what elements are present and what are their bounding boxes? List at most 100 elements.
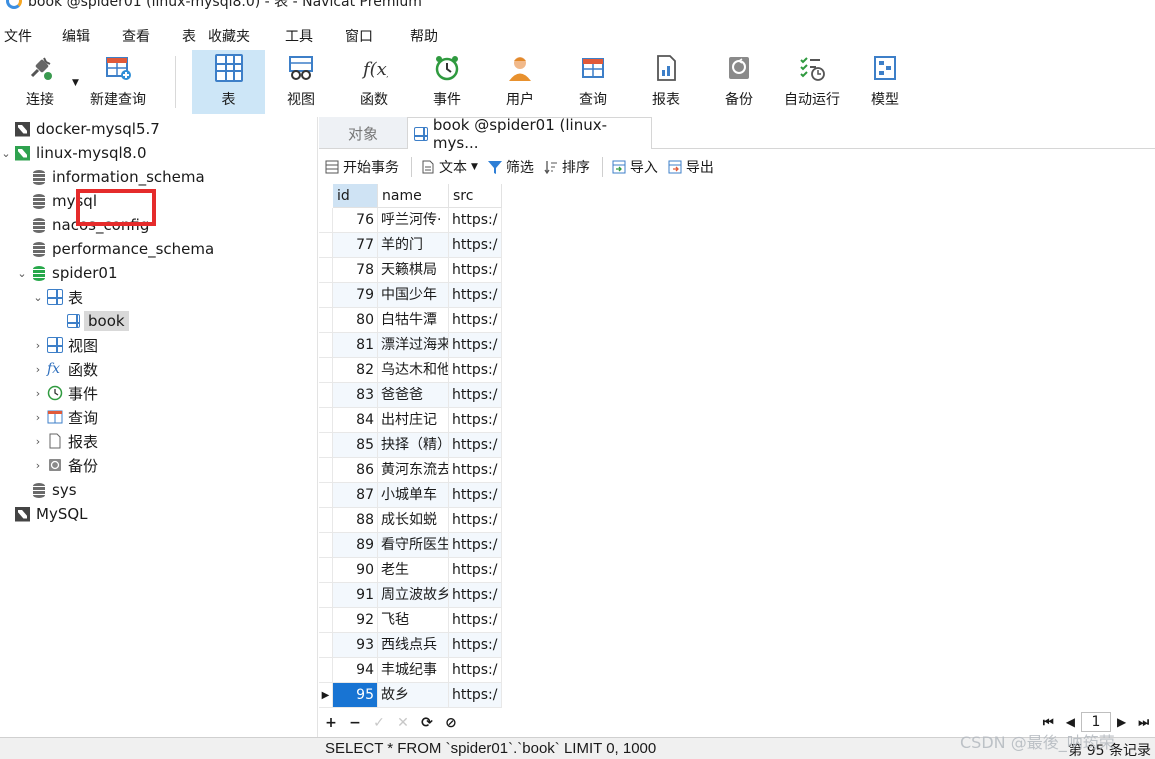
- cell-id[interactable]: 91: [333, 583, 378, 608]
- chevron-right-icon[interactable]: ›: [32, 387, 44, 400]
- cell-id[interactable]: 80: [333, 308, 378, 333]
- row-marker[interactable]: [319, 508, 333, 533]
- tree-node-views[interactable]: › 视图: [32, 333, 98, 357]
- begin-transaction-button[interactable]: 开始事务: [325, 157, 399, 177]
- table-row[interactable]: 82 乌达木和他 https:/: [319, 358, 502, 383]
- cell-src[interactable]: https:/: [449, 208, 502, 233]
- cell-name[interactable]: 黄河东流去: [378, 458, 449, 483]
- row-marker[interactable]: [319, 233, 333, 258]
- row-marker[interactable]: [319, 408, 333, 433]
- table-row[interactable]: 89 看守所医生 https:/: [319, 533, 502, 558]
- first-page-icon[interactable]: ⏮: [1043, 715, 1054, 730]
- backup-button[interactable]: 备份: [708, 50, 770, 114]
- tree-node-backups[interactable]: › 备份: [32, 453, 98, 477]
- cell-name[interactable]: 乌达木和他: [378, 358, 449, 383]
- tree-node-reports[interactable]: › 报表: [32, 429, 98, 453]
- cell-name[interactable]: 故乡: [378, 683, 449, 708]
- filter-button[interactable]: 筛选: [487, 157, 534, 177]
- tree-node-tables[interactable]: ⌄ 表: [32, 285, 83, 309]
- cell-src[interactable]: https:/: [449, 358, 502, 383]
- table-row[interactable]: ▶ 95 故乡 https:/: [319, 683, 502, 708]
- previous-page-icon[interactable]: ◀: [1066, 715, 1075, 729]
- cell-id[interactable]: 89: [333, 533, 378, 558]
- sort-button[interactable]: 排序: [544, 157, 590, 177]
- cell-src[interactable]: https:/: [449, 408, 502, 433]
- report-button[interactable]: 报表: [635, 50, 697, 114]
- cell-name[interactable]: 小城单车: [378, 483, 449, 508]
- column-header-name[interactable]: name: [378, 184, 449, 208]
- row-marker[interactable]: [319, 208, 333, 233]
- event-button[interactable]: 事件: [416, 50, 478, 114]
- table-row[interactable]: 85 抉择（精） https:/: [319, 433, 502, 458]
- cell-name[interactable]: 老生: [378, 558, 449, 583]
- chevron-right-icon[interactable]: ›: [32, 363, 44, 376]
- delete-record-button[interactable]: −: [343, 715, 367, 731]
- row-marker[interactable]: [319, 483, 333, 508]
- discard-changes-button[interactable]: ✕: [391, 715, 415, 731]
- tree-node-sys[interactable]: sys: [28, 478, 77, 502]
- cell-src[interactable]: https:/: [449, 633, 502, 658]
- cell-id[interactable]: 86: [333, 458, 378, 483]
- table-row[interactable]: 81 漂洋过海来 https:/: [319, 333, 502, 358]
- cell-name[interactable]: 白牯牛潭: [378, 308, 449, 333]
- table-row[interactable]: 78 天籁棋局 https:/: [319, 258, 502, 283]
- tree-node-linux-mysql[interactable]: ⌄ linux-mysql8.0: [0, 141, 146, 165]
- row-marker[interactable]: [319, 433, 333, 458]
- row-marker[interactable]: [319, 333, 333, 358]
- function-button[interactable]: f(x) 函数: [343, 50, 405, 114]
- cell-src[interactable]: https:/: [449, 608, 502, 633]
- cell-id[interactable]: 87: [333, 483, 378, 508]
- chevron-down-icon[interactable]: ⌄: [32, 291, 44, 304]
- table-row[interactable]: 93 西线点兵 https:/: [319, 633, 502, 658]
- table-row[interactable]: 77 羊的门 https:/: [319, 233, 502, 258]
- query-button[interactable]: 查询: [562, 50, 624, 114]
- table-row[interactable]: 88 成长如蜕 https:/: [319, 508, 502, 533]
- chevron-right-icon[interactable]: ›: [32, 459, 44, 472]
- table-row[interactable]: 80 白牯牛潭 https:/: [319, 308, 502, 333]
- table-button[interactable]: 表: [192, 50, 265, 114]
- row-marker[interactable]: [319, 458, 333, 483]
- cell-src[interactable]: https:/: [449, 658, 502, 683]
- cell-name[interactable]: 爸爸爸: [378, 383, 449, 408]
- row-marker[interactable]: [319, 658, 333, 683]
- cell-name[interactable]: 丰城纪事: [378, 658, 449, 683]
- table-row[interactable]: 84 出村庄记 https:/: [319, 408, 502, 433]
- connect-dropdown-arrow-icon[interactable]: ▼: [72, 78, 79, 88]
- next-page-icon[interactable]: ▶: [1117, 715, 1126, 729]
- menu-favorites[interactable]: 收藏夹: [208, 26, 250, 46]
- tree-node-information-schema[interactable]: information_schema: [28, 165, 205, 189]
- table-row[interactable]: 91 周立波故乡 https:/: [319, 583, 502, 608]
- cell-src[interactable]: https:/: [449, 383, 502, 408]
- row-marker[interactable]: [319, 558, 333, 583]
- row-marker[interactable]: [319, 533, 333, 558]
- table-row[interactable]: 90 老生 https:/: [319, 558, 502, 583]
- menu-tools[interactable]: 工具: [285, 26, 313, 46]
- cell-src[interactable]: https:/: [449, 283, 502, 308]
- add-record-button[interactable]: +: [319, 715, 343, 731]
- menu-file[interactable]: 文件: [4, 26, 32, 46]
- tab-objects[interactable]: 对象: [319, 117, 407, 149]
- cell-name[interactable]: 成长如蜕: [378, 508, 449, 533]
- tree-node-functions[interactable]: › fx 函数: [32, 357, 98, 381]
- export-button[interactable]: 导出: [668, 157, 714, 177]
- tree-node-book[interactable]: book: [64, 309, 129, 333]
- table-row[interactable]: 79 中国少年 https:/: [319, 283, 502, 308]
- tree-node-mysql-connection[interactable]: MySQL: [12, 502, 88, 526]
- cell-id[interactable]: 85: [333, 433, 378, 458]
- cell-name[interactable]: 呼兰河传·: [378, 208, 449, 233]
- row-marker[interactable]: [319, 608, 333, 633]
- cell-id[interactable]: 92: [333, 608, 378, 633]
- row-marker[interactable]: [319, 308, 333, 333]
- cell-src[interactable]: https:/: [449, 458, 502, 483]
- cell-name[interactable]: 飞毡: [378, 608, 449, 633]
- cell-src[interactable]: https:/: [449, 308, 502, 333]
- chevron-down-icon[interactable]: ⌄: [16, 267, 28, 280]
- stop-button[interactable]: ⊘: [439, 715, 463, 731]
- cell-name[interactable]: 抉择（精）: [378, 433, 449, 458]
- menu-window[interactable]: 窗口: [345, 26, 373, 46]
- tree-node-queries[interactable]: › 查询: [32, 405, 98, 429]
- table-row[interactable]: 86 黄河东流去 https:/: [319, 458, 502, 483]
- cell-id[interactable]: 77: [333, 233, 378, 258]
- new-query-button[interactable]: 新建查询: [84, 50, 152, 114]
- refresh-button[interactable]: ⟳: [415, 715, 439, 731]
